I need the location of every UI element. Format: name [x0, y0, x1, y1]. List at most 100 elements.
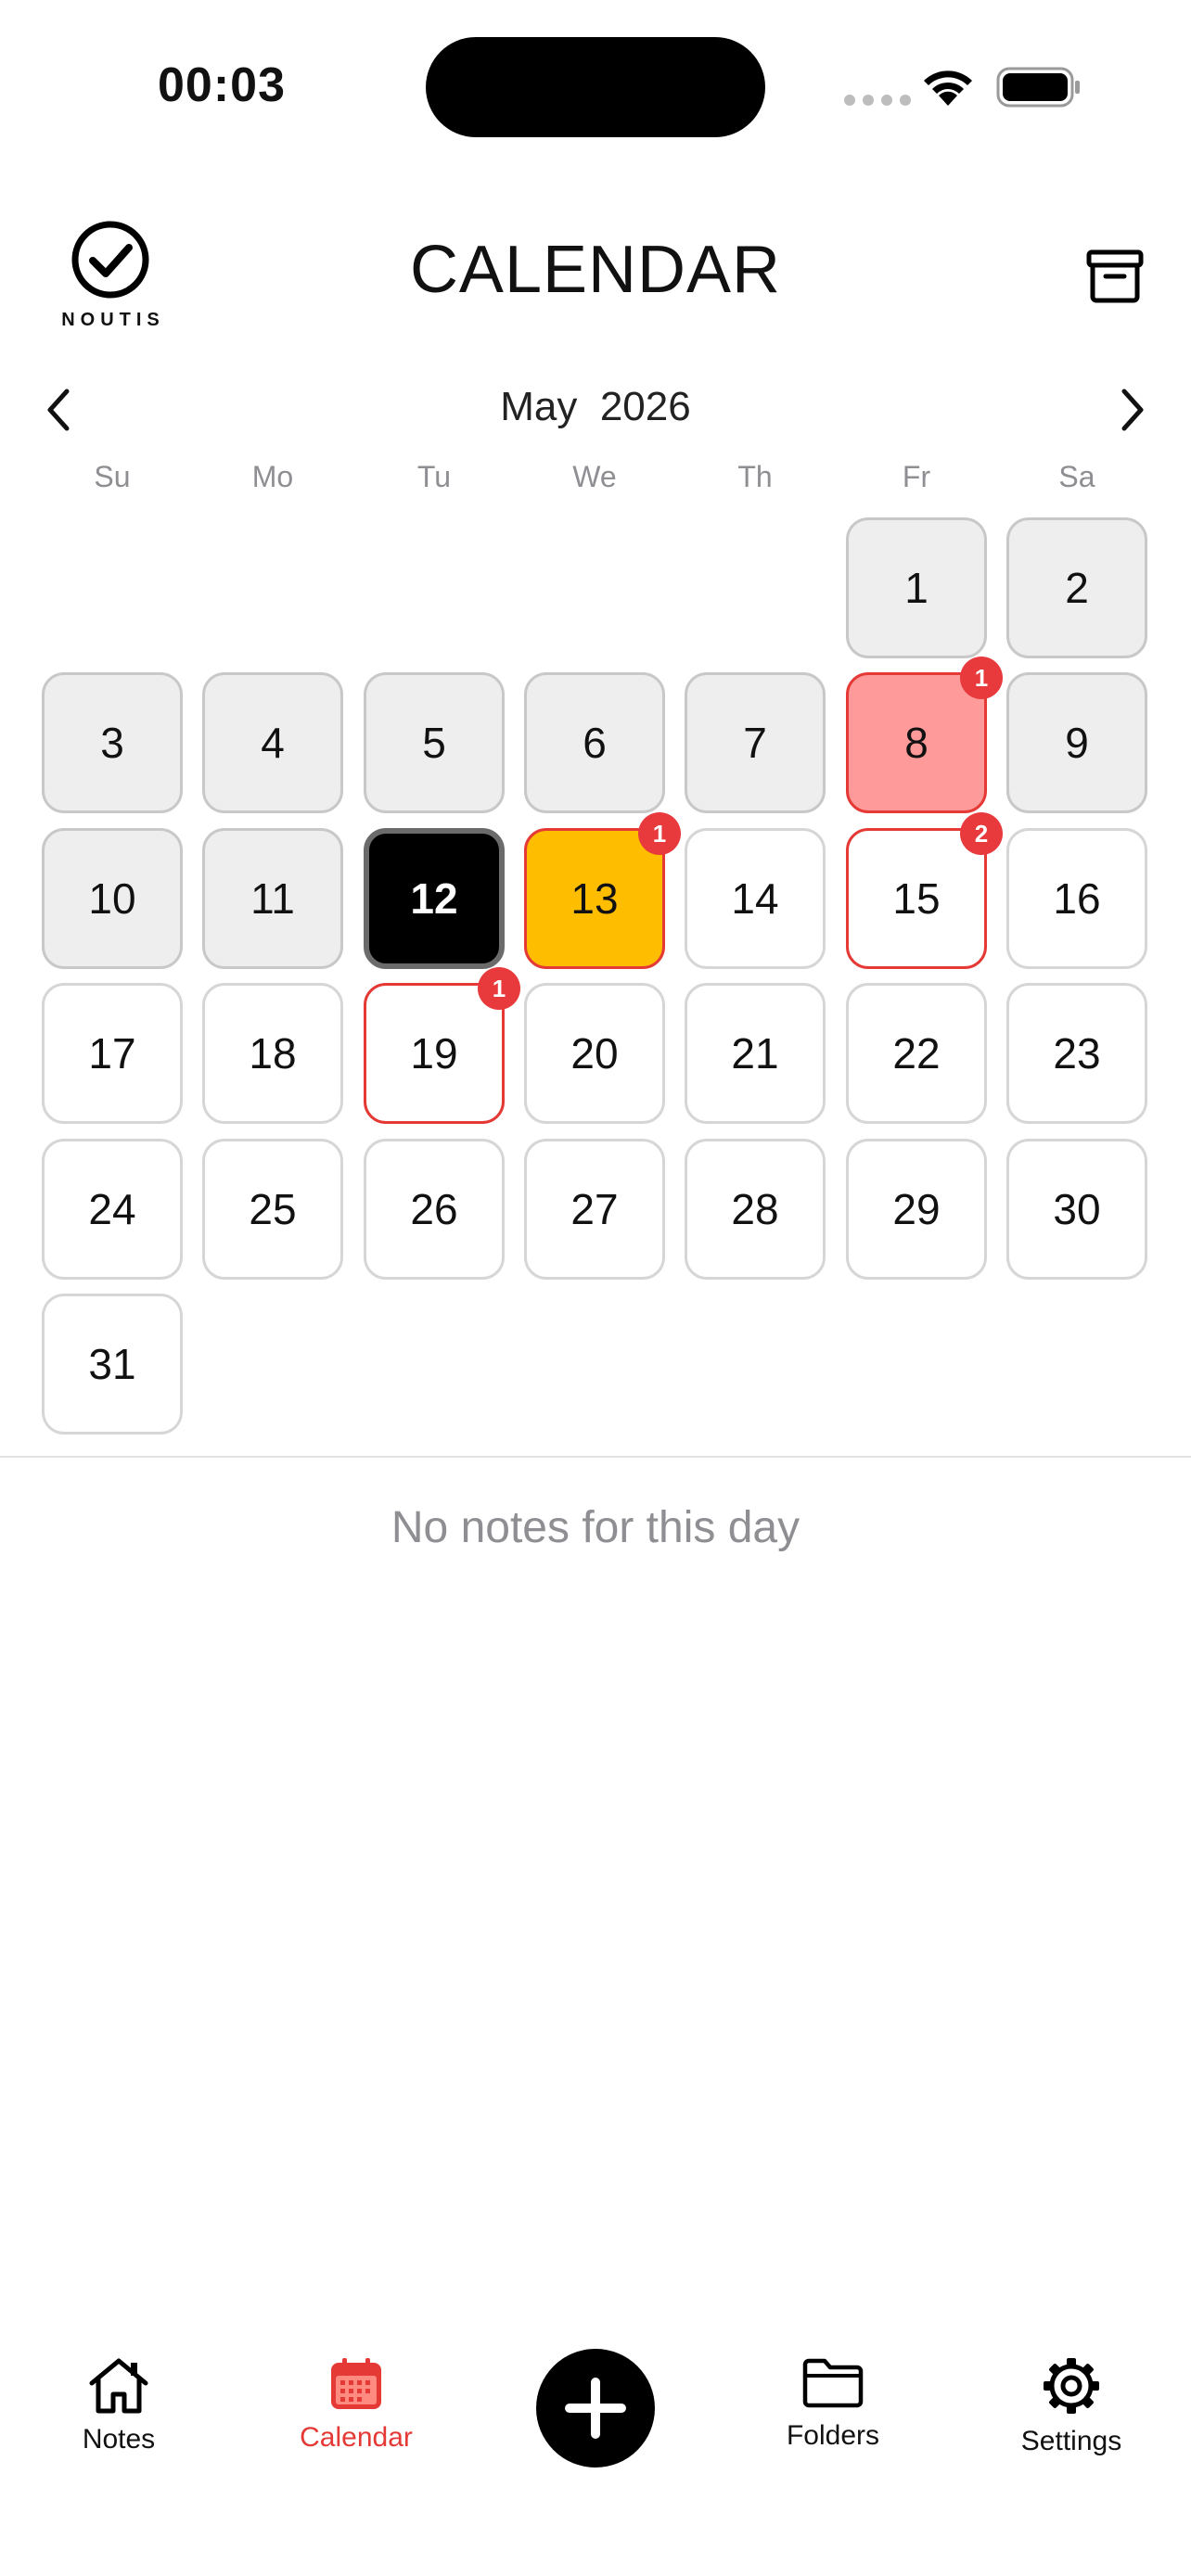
day-number: 24	[88, 1185, 136, 1233]
day-number: 3	[100, 719, 124, 767]
day-number: 13	[570, 874, 619, 923]
day-cell[interactable]: 9	[1006, 672, 1147, 813]
day-cell[interactable]: 21	[685, 983, 826, 1124]
day-number: 26	[410, 1185, 458, 1233]
day-number: 18	[249, 1029, 297, 1078]
add-note-button[interactable]	[536, 2349, 655, 2468]
day-cell[interactable]: 16	[1006, 828, 1147, 969]
day-cell[interactable]: 12	[364, 828, 505, 969]
day-cell[interactable]: 22	[846, 983, 987, 1124]
weekday-su: Su	[94, 460, 131, 493]
empty-notes-message: No notes for this day	[391, 1503, 800, 1552]
day-cell[interactable]: 2	[1006, 517, 1147, 658]
day-cell[interactable]: 27	[524, 1139, 665, 1280]
day-cell[interactable]: 28	[685, 1139, 826, 1280]
tab-calendar[interactable]: Calendar	[263, 2355, 449, 2454]
day-number: 6	[583, 719, 607, 767]
day-number: 16	[1053, 874, 1101, 923]
day-number: 29	[892, 1185, 941, 1233]
dynamic-island	[426, 37, 765, 137]
day-number: 20	[570, 1029, 619, 1078]
weekday-th: Th	[737, 460, 773, 493]
day-number: 12	[410, 874, 458, 923]
logo-text: NOUTIS	[61, 310, 165, 330]
plus-icon	[565, 2378, 626, 2439]
day-number: 11	[250, 874, 295, 923]
note-count-badge: 2	[960, 812, 1003, 855]
day-cell[interactable]: 26	[364, 1139, 505, 1280]
day-number: 22	[892, 1029, 941, 1078]
day-cell[interactable]: 15 2	[846, 812, 1003, 969]
tab-settings[interactable]: Settings	[979, 2355, 1164, 2457]
day-number: 4	[261, 719, 285, 767]
day-cell[interactable]: 17	[42, 983, 183, 1124]
day-cell[interactable]: 19 1	[364, 967, 520, 1124]
day-number: 5	[422, 719, 446, 767]
weekday-we: We	[572, 460, 617, 493]
day-number: 8	[904, 719, 928, 767]
tab-notes-label: Notes	[82, 2424, 156, 2455]
tab-folders-label: Folders	[786, 2420, 880, 2451]
calendar-icon	[331, 2358, 381, 2409]
day-cell[interactable]: 5	[364, 672, 505, 813]
day-number: 1	[904, 564, 928, 612]
month-year-label: May 2026	[500, 384, 691, 429]
note-count-badge: 1	[638, 812, 681, 855]
weekday-sa: Sa	[1058, 460, 1095, 493]
day-number: 10	[88, 874, 136, 923]
tab-settings-label: Settings	[1020, 2426, 1122, 2456]
day-number: 30	[1053, 1185, 1101, 1233]
next-month-button[interactable]	[1109, 384, 1154, 436]
day-number: 15	[892, 874, 941, 923]
day-cell[interactable]: 18	[202, 983, 343, 1124]
day-number: 7	[743, 719, 767, 767]
day-cell[interactable]: 29	[846, 1139, 987, 1280]
page-title: CALENDAR	[409, 233, 782, 307]
gear-icon	[1044, 2358, 1099, 2414]
day-number: 9	[1065, 719, 1089, 767]
day-cell[interactable]: 25	[202, 1139, 343, 1280]
day-cell[interactable]: 6	[524, 672, 665, 813]
day-cell[interactable]: 31	[42, 1294, 183, 1435]
day-cell[interactable]: 3	[42, 672, 183, 813]
weekday-fr: Fr	[902, 460, 931, 493]
day-cell[interactable]: 11	[202, 828, 343, 969]
archive-icon[interactable]	[1083, 249, 1146, 304]
status-time: 00:03	[158, 58, 286, 112]
day-cell[interactable]: 14	[685, 828, 826, 969]
weekday-header-row: Su Mo Tu We Th Fr Sa	[32, 460, 1159, 497]
day-number: 19	[410, 1029, 458, 1078]
day-number: 28	[731, 1185, 779, 1233]
home-icon	[89, 2358, 148, 2414]
day-cell[interactable]: 7	[685, 672, 826, 813]
day-cell[interactable]: 13 1	[524, 812, 681, 969]
day-cell[interactable]: 10	[42, 828, 183, 969]
day-cell[interactable]: 20	[524, 983, 665, 1124]
cellular-signal-icon	[844, 95, 911, 106]
tab-calendar-label: Calendar	[300, 2422, 413, 2453]
day-number: 17	[88, 1029, 136, 1078]
day-cell[interactable]: 23	[1006, 983, 1147, 1124]
day-number: 14	[731, 874, 779, 923]
calendar-screen: 00:03 NOUTIS CALENDAR May 2026 Su Mo Tu …	[0, 0, 1191, 2576]
tab-notes[interactable]: Notes	[26, 2355, 211, 2455]
weekday-mo: Mo	[251, 460, 294, 493]
day-cell[interactable]: 1	[846, 517, 987, 658]
day-number: 31	[88, 1340, 136, 1388]
battery-icon	[996, 67, 1080, 108]
day-number: 27	[570, 1185, 619, 1233]
day-cell[interactable]: 81	[846, 657, 1003, 813]
tab-folders[interactable]: Folders	[740, 2355, 926, 2452]
note-count-badge: 1	[960, 657, 1003, 699]
day-number: 2	[1065, 564, 1089, 612]
day-cell[interactable]: 4	[202, 672, 343, 813]
day-cell[interactable]: 24	[42, 1139, 183, 1280]
day-number: 25	[249, 1185, 297, 1233]
folder-icon	[802, 2358, 864, 2408]
note-count-badge: 1	[478, 967, 520, 1010]
day-number: 21	[731, 1029, 779, 1078]
wifi-icon	[924, 70, 972, 106]
divider	[0, 1456, 1191, 1458]
day-cell[interactable]: 30	[1006, 1139, 1147, 1280]
day-number: 23	[1053, 1029, 1101, 1078]
